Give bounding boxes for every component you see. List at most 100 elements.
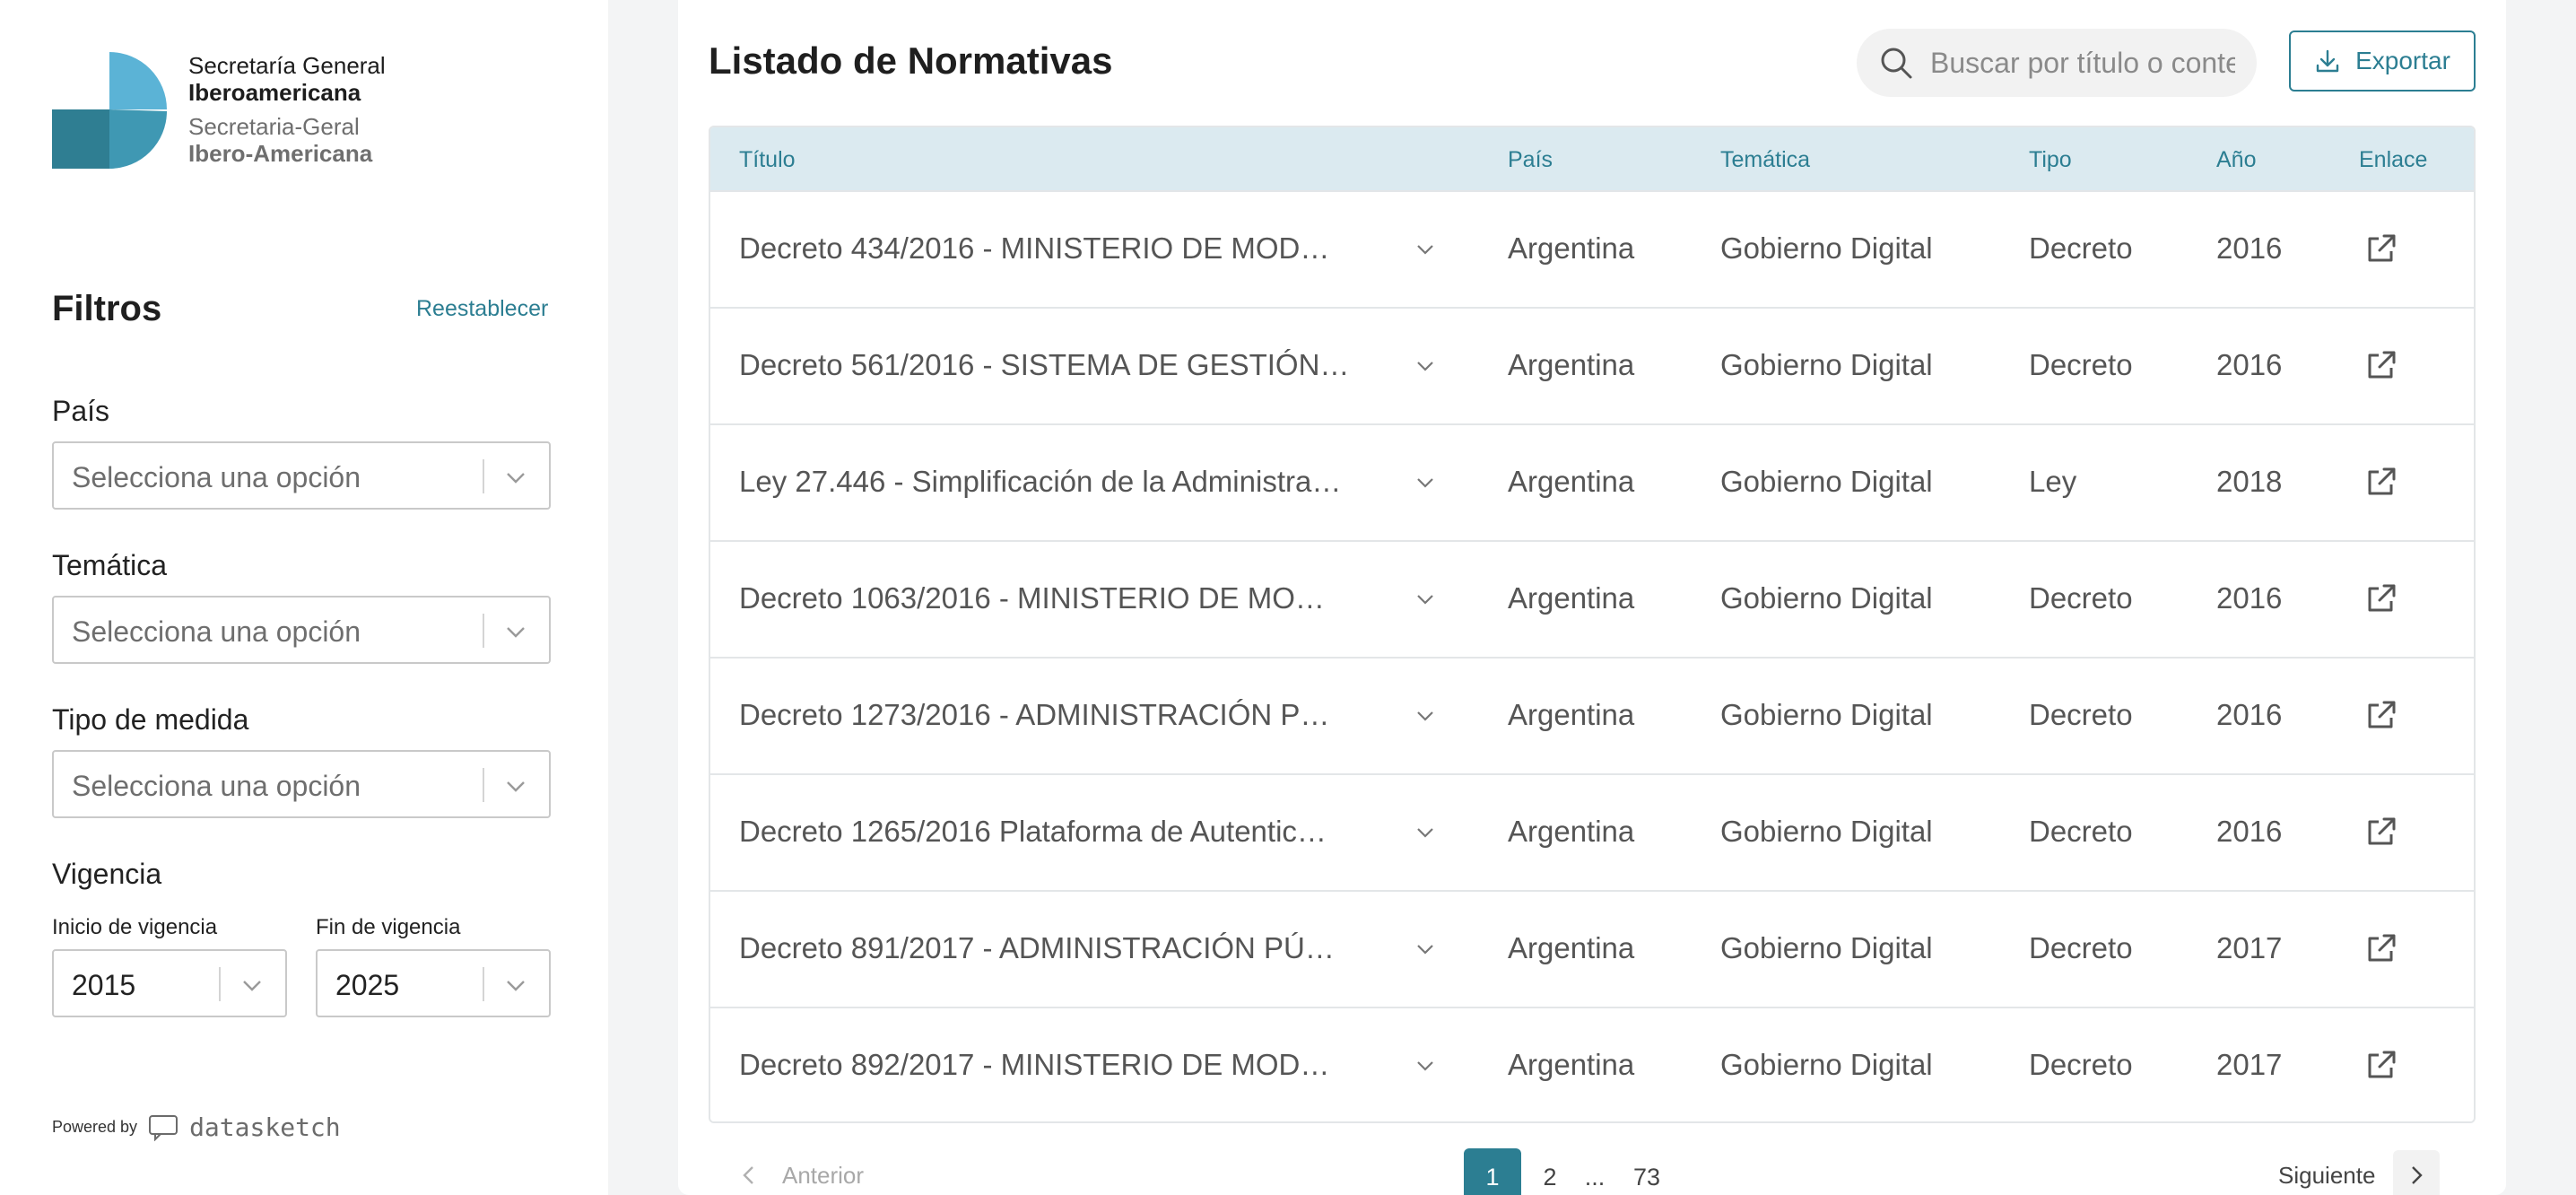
vigencia-start-label: Inicio de vigencia: [52, 915, 218, 939]
reset-filters-link[interactable]: Reestablecer: [416, 296, 548, 322]
chevron-down-icon[interactable]: [1415, 474, 1435, 492]
cell-pais: Argentina: [1508, 231, 1635, 265]
chevron-down-icon: [507, 781, 525, 792]
cell-anio: 2016: [2216, 231, 2283, 265]
cell-pais: Argentina: [1508, 815, 1635, 848]
cell-titulo: Decreto 1063/2016 - MINISTERIO DE MO…: [739, 581, 1325, 615]
search-input[interactable]: [1930, 43, 2235, 83]
tematica-select-value: Selecciona una opción: [72, 615, 361, 648]
filters-title: Filtros: [52, 289, 162, 328]
vigencia-start-select[interactable]: 2015: [52, 949, 287, 1017]
chevron-down-icon[interactable]: [1415, 240, 1435, 258]
cell-tipo: Decreto: [2029, 348, 2133, 381]
logo-line-1: Secretaría General: [188, 52, 386, 79]
cell-tipo: Decreto: [2029, 815, 2133, 848]
select-separator: [483, 768, 484, 802]
datasketch-brand: datasketch: [189, 1112, 341, 1142]
cell-titulo: Decreto 561/2016 - SISTEMA DE GESTIÓN…: [739, 348, 1350, 381]
header-enlace: Enlace: [2359, 147, 2428, 172]
header-tematica[interactable]: Temática: [1720, 147, 1810, 173]
external-link-icon[interactable]: [2364, 465, 2398, 499]
tematica-label: Temática: [52, 549, 168, 581]
table-row[interactable]: Decreto 434/2016 - MINISTERIO DE MOD… Ar…: [710, 190, 2474, 307]
cell-tematica: Gobierno Digital: [1720, 815, 1933, 848]
header-pais[interactable]: País: [1508, 147, 1553, 173]
table-row[interactable]: Decreto 561/2016 - SISTEMA DE GESTIÓN… A…: [710, 307, 2474, 423]
cell-tematica: Gobierno Digital: [1720, 1048, 1933, 1081]
chevron-down-icon[interactable]: [1415, 940, 1435, 958]
page-1-button[interactable]: 1: [1464, 1148, 1521, 1195]
cell-pais: Argentina: [1508, 698, 1635, 731]
tipo-select[interactable]: Selecciona una opción: [52, 750, 551, 818]
select-separator: [483, 967, 484, 1001]
logo-line-4: Ibero-Americana: [188, 140, 373, 167]
cell-pais: Argentina: [1508, 581, 1635, 615]
previous-page-button[interactable]: Anterior: [739, 1148, 918, 1195]
select-separator: [483, 614, 484, 648]
external-link-icon[interactable]: [2364, 1048, 2398, 1082]
segib-logo[interactable]: Secretaría General Iberoamericana Secret…: [52, 52, 429, 178]
pais-select-value: Selecciona una opción: [72, 461, 361, 493]
next-page-button[interactable]: Siguiente: [2278, 1148, 2441, 1195]
chevron-down-icon[interactable]: [1415, 357, 1435, 375]
vigencia-end-select[interactable]: 2025: [316, 949, 551, 1017]
cell-titulo: Decreto 1273/2016 - ADMINISTRACIÓN P…: [739, 698, 1330, 731]
cell-tipo: Decreto: [2029, 1048, 2133, 1081]
download-icon: [2316, 49, 2339, 73]
cell-anio: 2016: [2216, 581, 2283, 615]
cell-anio: 2018: [2216, 465, 2283, 498]
table-row[interactable]: Decreto 1273/2016 - ADMINISTRACIÓN P… Ar…: [710, 657, 2474, 773]
search-box[interactable]: [1857, 29, 2257, 97]
page-ellipsis: ...: [1584, 1163, 1606, 1191]
vigencia-end-value: 2025: [335, 969, 400, 1001]
header-anio[interactable]: Año: [2216, 147, 2256, 173]
chevron-down-icon[interactable]: [1415, 1057, 1435, 1075]
header-titulo[interactable]: Título: [739, 147, 796, 173]
select-separator: [219, 967, 221, 1001]
header-tipo[interactable]: Tipo: [2029, 147, 2072, 173]
logo-line-3: Secretaria-Geral: [188, 113, 360, 140]
external-link-icon[interactable]: [2364, 815, 2398, 849]
cell-tematica: Gobierno Digital: [1720, 581, 1933, 615]
export-button[interactable]: Exportar: [2289, 31, 2476, 92]
table-row[interactable]: Decreto 892/2017 - MINISTERIO DE MOD… Ar…: [710, 1007, 2474, 1121]
pais-select[interactable]: Selecciona una opción: [52, 441, 551, 510]
select-separator: [483, 459, 484, 493]
chevron-down-icon: [243, 981, 261, 991]
chevron-left-icon: [743, 1166, 753, 1184]
page-73-button[interactable]: 73: [1618, 1148, 1675, 1195]
cell-tematica: Gobierno Digital: [1720, 698, 1933, 731]
external-link-icon[interactable]: [2364, 231, 2398, 266]
pagination: Anterior 1 2 ... 73 Siguiente: [678, 1148, 2506, 1195]
chevron-down-icon: [507, 981, 525, 991]
table-row[interactable]: Decreto 1265/2016 Plataforma de Autentic…: [710, 773, 2474, 890]
chevron-down-icon[interactable]: [1415, 707, 1435, 725]
chevron-right-icon: [2412, 1166, 2424, 1184]
chevron-down-icon[interactable]: [1415, 590, 1435, 608]
external-link-icon[interactable]: [2364, 698, 2398, 732]
powered-by[interactable]: Powered by datasketch: [52, 1112, 341, 1142]
table-row[interactable]: Decreto 891/2017 - ADMINISTRACIÓN PÚ… Ar…: [710, 890, 2474, 1007]
cell-pais: Argentina: [1508, 931, 1635, 964]
cell-tematica: Gobierno Digital: [1720, 931, 1933, 964]
table-row[interactable]: Ley 27.446 - Simplificación de la Admini…: [710, 423, 2474, 540]
page-title: Listado de Normativas: [709, 39, 1113, 82]
external-link-icon[interactable]: [2364, 581, 2398, 615]
logo-line-2: Iberoamericana: [188, 79, 361, 106]
previous-page-label: Anterior: [782, 1161, 865, 1189]
external-link-icon[interactable]: [2364, 348, 2398, 382]
cell-tipo: Decreto: [2029, 698, 2133, 731]
cell-tipo: Decreto: [2029, 931, 2133, 964]
table-row[interactable]: Decreto 1063/2016 - MINISTERIO DE MO… Ar…: [710, 540, 2474, 657]
page-2-button[interactable]: 2: [1530, 1148, 1570, 1195]
tematica-select[interactable]: Selecciona una opción: [52, 596, 551, 664]
cell-pais: Argentina: [1508, 1048, 1635, 1081]
cell-titulo: Decreto 1265/2016 Plataforma de Autentic…: [739, 815, 1327, 848]
vigencia-start-value: 2015: [72, 969, 136, 1001]
chevron-down-icon[interactable]: [1415, 824, 1435, 842]
cell-titulo: Ley 27.446 - Simplificación de la Admini…: [739, 465, 1342, 498]
normativas-table: Título País Temática Tipo Año Enlace Dec…: [709, 126, 2476, 1123]
external-link-icon[interactable]: [2364, 931, 2398, 965]
cell-titulo: Decreto 891/2017 - ADMINISTRACIÓN PÚ…: [739, 931, 1335, 964]
logo-text: Secretaría General Iberoamericana Secret…: [188, 52, 386, 167]
